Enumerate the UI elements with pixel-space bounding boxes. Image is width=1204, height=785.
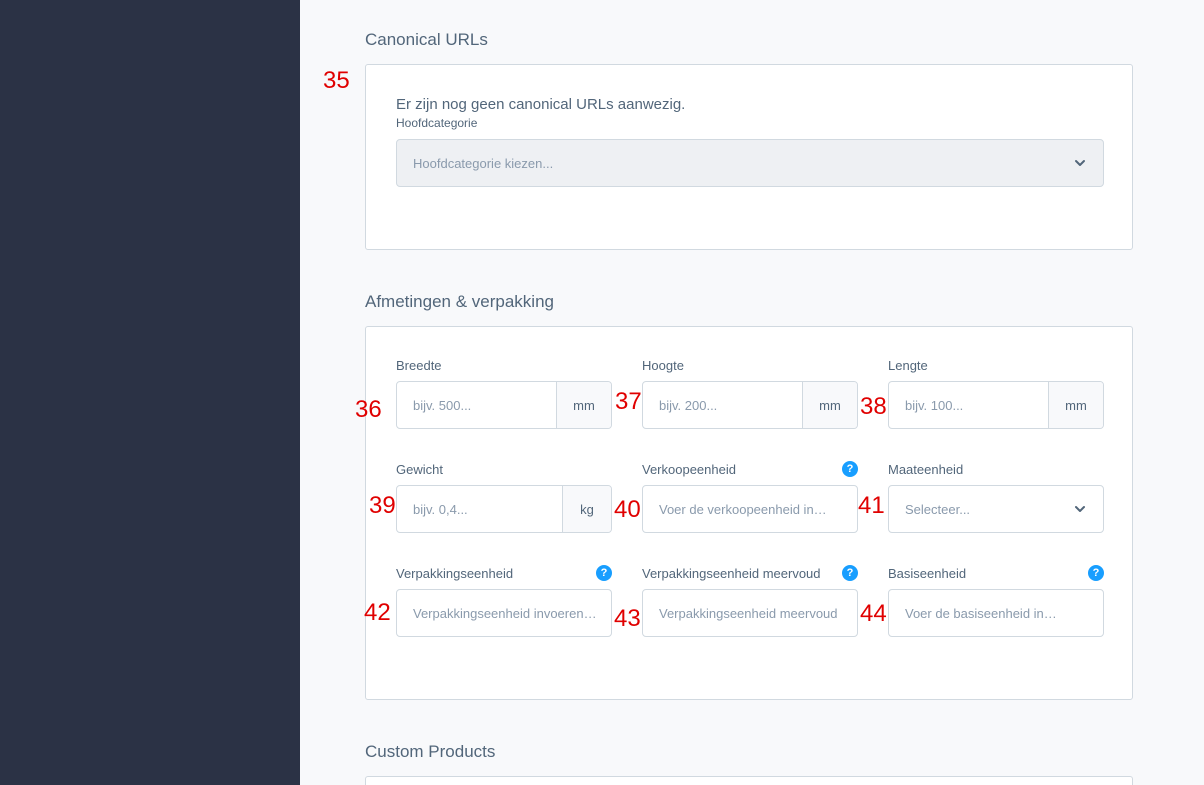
width-field[interactable]: bijv. 500... mm — [396, 381, 612, 429]
length-label: Lengte — [888, 358, 928, 373]
dimensions-title: Afmetingen & verpakking — [365, 292, 554, 311]
length-placeholder: bijv. 100... — [905, 397, 964, 413]
base-unit-placeholder: Voer de basiseenheid in… — [905, 605, 1057, 621]
weight-unit: kg — [562, 486, 611, 532]
packaging-unit-label: Verpakkingseenheid — [396, 566, 514, 581]
length-unit: mm — [1048, 382, 1103, 428]
packaging-unit-plural-field[interactable]: Verpakkingseenheid meervoud — [642, 589, 858, 637]
custom-products-title: Custom Products — [365, 742, 496, 761]
chevron-down-icon — [1075, 160, 1085, 166]
measure-unit-placeholder: Selecteer... — [905, 501, 971, 517]
marker-43: 43 — [614, 605, 641, 632]
width-placeholder: bijv. 500... — [413, 397, 472, 413]
packaging-unit-placeholder: Verpakkingseenheid invoeren… — [413, 605, 597, 621]
main-category-label: Hoofdcategorie — [396, 116, 478, 130]
marker-38: 38 — [860, 393, 887, 420]
measure-unit-label: Maateenheid — [888, 462, 964, 477]
sales-unit-field[interactable]: Voer de verkoopeenheid in… — [642, 485, 858, 533]
custom-products-card — [365, 776, 1133, 785]
marker-37: 37 — [615, 388, 642, 415]
marker-35: 35 — [323, 67, 350, 94]
marker-42: 42 — [364, 599, 391, 626]
sales-unit-label: Verkoopeenheid — [642, 462, 736, 477]
packaging-unit-plural-label: Verpakkingseenheid meervoud — [642, 566, 821, 581]
main-category-placeholder: Hoofdcategorie kiezen... — [413, 155, 554, 171]
sidebar — [0, 0, 300, 785]
weight-label: Gewicht — [396, 462, 443, 477]
width-unit: mm — [556, 382, 611, 428]
canonical-urls-title: Canonical URLs — [365, 30, 488, 49]
marker-36: 36 — [355, 396, 382, 423]
canonical-empty-notice: Er zijn nog geen canonical URLs aanwezig… — [396, 96, 686, 113]
packaging-unit-field[interactable]: Verpakkingseenheid invoeren… — [396, 589, 612, 637]
base-unit-help-icon[interactable]: ? — [1088, 565, 1104, 581]
weight-placeholder: bijv. 0,4... — [413, 501, 468, 517]
width-label: Breedte — [396, 358, 442, 373]
marker-44: 44 — [860, 600, 887, 627]
sales-unit-help-icon[interactable]: ? — [842, 461, 858, 477]
height-field[interactable]: bijv. 200... mm — [642, 381, 858, 429]
height-unit: mm — [802, 382, 857, 428]
height-label: Hoogte — [642, 358, 684, 373]
marker-39: 39 — [369, 492, 396, 519]
marker-41: 41 — [858, 492, 885, 519]
height-placeholder: bijv. 200... — [659, 397, 718, 413]
packaging-unit-help-icon[interactable]: ? — [596, 565, 612, 581]
weight-field[interactable]: bijv. 0,4... kg — [396, 485, 612, 533]
chevron-down-icon — [1075, 506, 1085, 512]
sales-unit-placeholder: Voer de verkoopeenheid in… — [659, 501, 827, 517]
length-field[interactable]: bijv. 100... mm — [888, 381, 1104, 429]
base-unit-label: Basiseenheid — [888, 566, 967, 581]
measure-unit-select[interactable]: Selecteer... — [888, 485, 1104, 533]
packaging-unit-plural-help-icon[interactable]: ? — [842, 565, 858, 581]
marker-40: 40 — [614, 496, 641, 523]
main-category-select[interactable]: Hoofdcategorie kiezen... — [396, 139, 1104, 187]
packaging-unit-plural-placeholder: Verpakkingseenheid meervoud — [659, 605, 838, 621]
base-unit-field[interactable]: Voer de basiseenheid in… — [888, 589, 1104, 637]
